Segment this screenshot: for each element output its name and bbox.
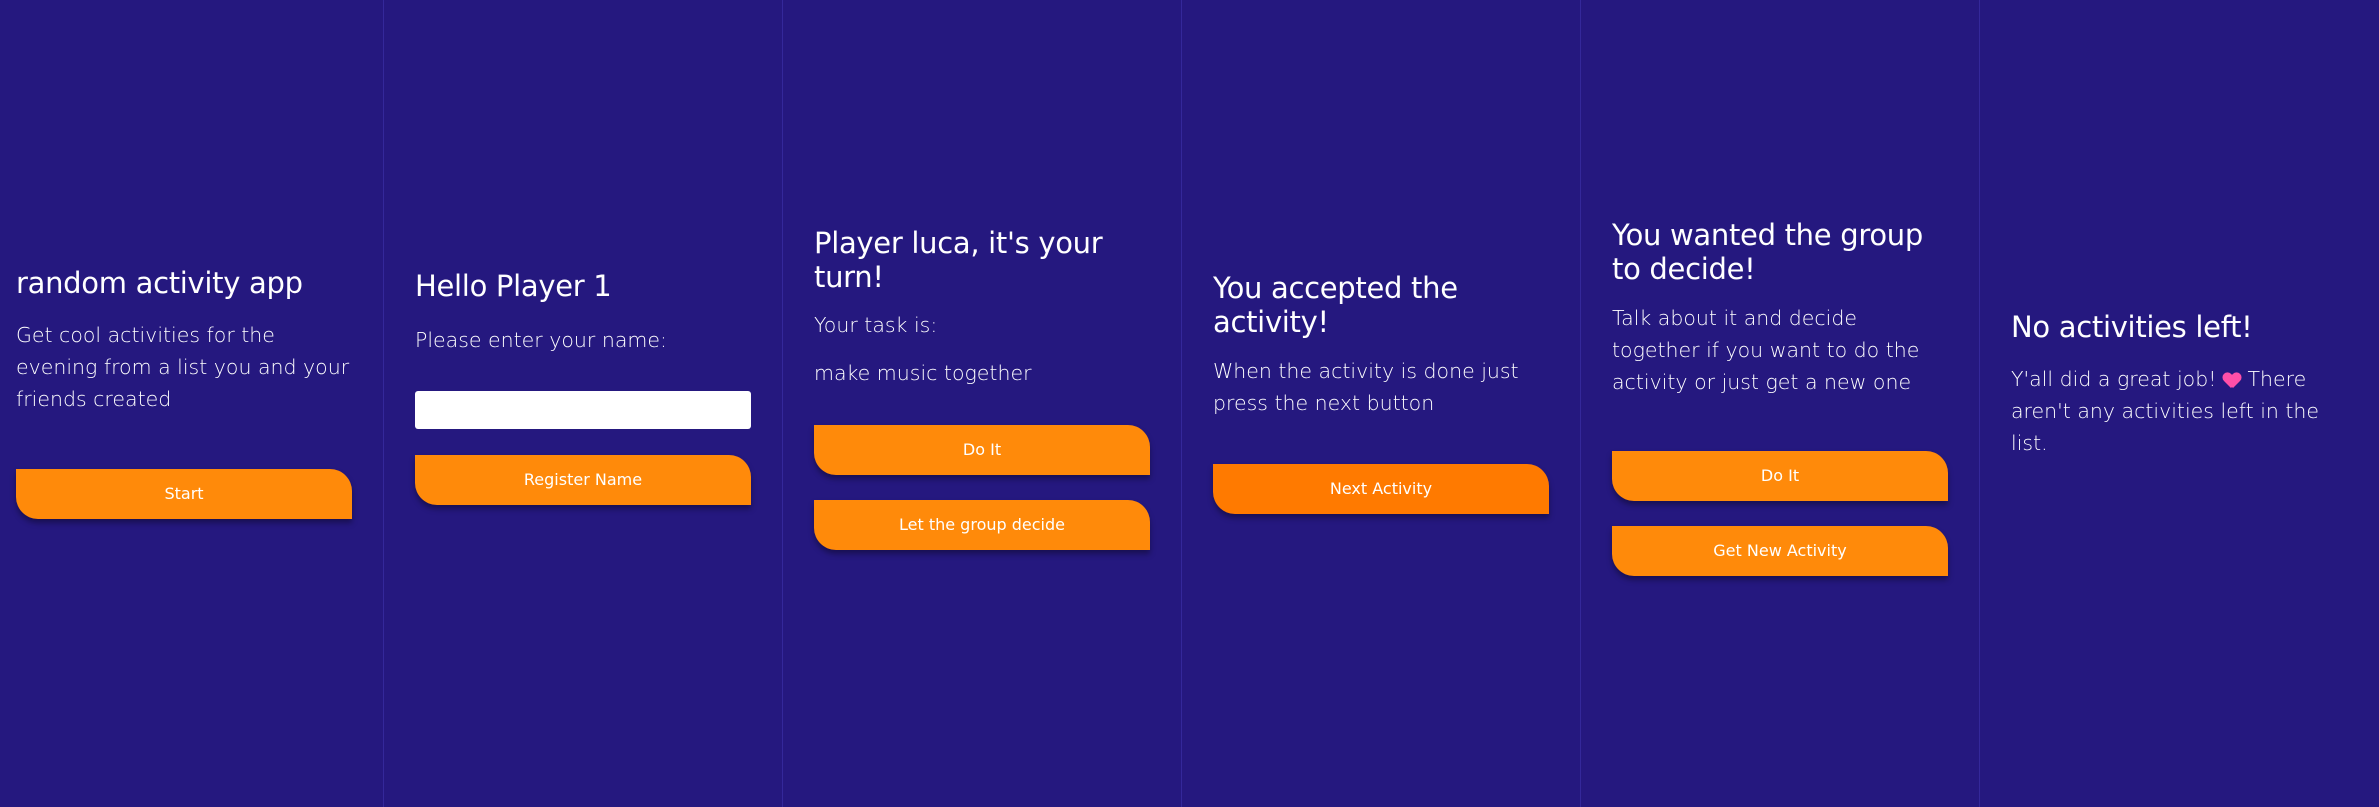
page-title: You accepted the activity! xyxy=(1213,271,1458,339)
get-new-activity-button[interactable]: Get New Activity xyxy=(1612,526,1948,576)
no-activities-text: Y'all did a great job! There aren't any … xyxy=(2011,363,2347,459)
screen-no-activities: No activities left! Y'all did a great jo… xyxy=(1980,0,2379,807)
page-title: You wanted the group to decide! xyxy=(1612,218,1923,286)
group-decide-text: Talk about it and decide together if you… xyxy=(1612,306,1920,394)
do-it-button[interactable]: Do It xyxy=(1612,451,1948,501)
task-label: Your task is: xyxy=(814,313,938,337)
start-button[interactable]: Start xyxy=(16,469,352,519)
page-title: No activities left! xyxy=(2011,310,2253,344)
heart-emoji-icon xyxy=(2223,372,2241,388)
let-group-decide-button[interactable]: Let the group decide xyxy=(814,500,1150,550)
name-prompt: Please enter your name: xyxy=(415,328,667,352)
screen-register: Hello Player 1 Please enter your name: R… xyxy=(384,0,783,807)
screens-strip: random activity app Get cool activities … xyxy=(0,0,2379,807)
page-title: Hello Player 1 xyxy=(415,269,612,303)
task-text: make music together xyxy=(814,361,1032,385)
do-it-button[interactable]: Do It xyxy=(814,425,1150,475)
accepted-text: When the activity is done just press the… xyxy=(1213,359,1519,415)
name-input[interactable] xyxy=(415,391,751,429)
register-name-button[interactable]: Register Name xyxy=(415,455,751,505)
screen-start: random activity app Get cool activities … xyxy=(0,0,384,807)
great-job-text: Y'all did a great job! xyxy=(2011,367,2217,391)
screen-accepted: You accepted the activity! When the acti… xyxy=(1182,0,1581,807)
next-activity-button[interactable]: Next Activity xyxy=(1213,464,1549,514)
page-title: random activity app xyxy=(16,266,303,300)
page-title: Player luca, it's your turn! xyxy=(814,226,1103,294)
screen-group-decide: You wanted the group to decide! Talk abo… xyxy=(1581,0,1980,807)
screen-player-turn: Player luca, it's your turn! Your task i… xyxy=(783,0,1182,807)
intro-text: Get cool activities for the evening from… xyxy=(16,323,350,411)
